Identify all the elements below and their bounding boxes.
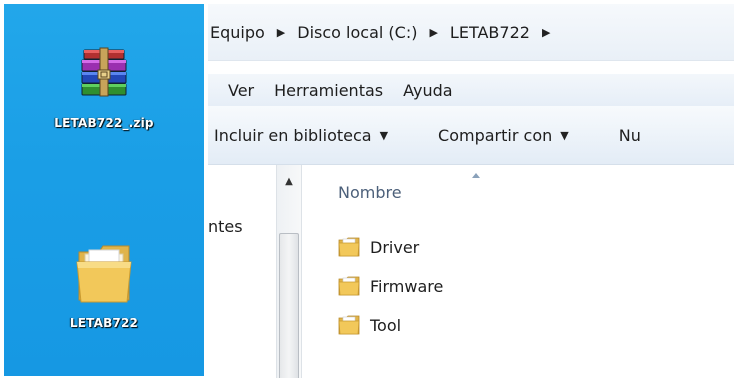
scroll-thumb[interactable] bbox=[279, 233, 299, 378]
desktop-icon-folder[interactable]: LETAB722 bbox=[14, 242, 194, 330]
breadcrumb-arrow-icon[interactable]: ▶ bbox=[423, 26, 447, 39]
menu-item-herramientas[interactable]: Herramientas bbox=[264, 81, 393, 100]
command-bar: Incluir en biblioteca ▼ Compartir con ▼ … bbox=[208, 106, 734, 165]
breadcrumb-item-letab722[interactable]: LETAB722 ▶ bbox=[448, 23, 560, 42]
breadcrumb-item-disco-local[interactable]: Disco local (C:) ▶ bbox=[295, 23, 448, 42]
include-in-library-label: Incluir en biblioteca bbox=[214, 125, 372, 145]
share-with-label: Compartir con bbox=[438, 125, 553, 145]
menu-bar: Ver Herramientas Ayuda bbox=[208, 74, 734, 106]
desktop-icon-zip[interactable]: LETAB722_.zip bbox=[14, 44, 194, 130]
address-bar[interactable]: Equipo ▶ Disco local (C:) ▶ LETAB722 ▶ bbox=[208, 4, 734, 61]
breadcrumb-item-equipo[interactable]: Equipo ▶ bbox=[208, 23, 295, 42]
file-name: Firmware bbox=[370, 276, 444, 296]
chevron-down-icon: ▼ bbox=[379, 128, 389, 142]
desktop-background: LETAB722_.zip LETAB722 bbox=[4, 4, 204, 376]
folder-icon bbox=[338, 276, 360, 296]
file-list: Nombre Driver Firmware Tool bbox=[300, 165, 734, 378]
column-header-name[interactable]: Nombre bbox=[338, 183, 402, 202]
new-folder-button[interactable]: Nu bbox=[569, 126, 641, 145]
breadcrumb-arrow-icon[interactable]: ▶ bbox=[536, 26, 560, 39]
new-folder-label: Nu bbox=[618, 125, 641, 145]
desktop-icon-label: LETAB722 bbox=[69, 316, 139, 330]
desktop-icon-label: LETAB722_.zip bbox=[54, 116, 154, 130]
folder-icon bbox=[338, 237, 360, 257]
include-in-library-button[interactable]: Incluir en biblioteca ▼ bbox=[208, 126, 388, 145]
file-name: Driver bbox=[370, 237, 420, 257]
folder-icon bbox=[76, 245, 132, 303]
menu-item-ver[interactable]: Ver bbox=[208, 81, 264, 100]
nav-scrollbar[interactable]: ▲ bbox=[276, 165, 302, 378]
breadcrumb-arrow-icon[interactable]: ▶ bbox=[271, 26, 295, 39]
nav-item-partial[interactable]: ntes bbox=[208, 217, 243, 236]
file-item-driver[interactable]: Driver bbox=[338, 237, 419, 257]
file-item-tool[interactable]: Tool bbox=[338, 315, 401, 335]
folder-icon bbox=[338, 315, 360, 335]
menu-item-ayuda[interactable]: Ayuda bbox=[393, 81, 462, 100]
winrar-archive-icon bbox=[81, 47, 127, 97]
navigation-pane: ntes bbox=[208, 165, 277, 378]
scroll-up-arrow-icon[interactable]: ▲ bbox=[277, 173, 301, 191]
sort-ascending-icon bbox=[472, 173, 480, 178]
breadcrumb-label: LETAB722 bbox=[449, 22, 530, 42]
file-item-firmware[interactable]: Firmware bbox=[338, 276, 443, 296]
explorer-window: Equipo ▶ Disco local (C:) ▶ LETAB722 ▶ V… bbox=[208, 4, 734, 378]
share-with-button[interactable]: Compartir con ▼ bbox=[388, 126, 569, 145]
breadcrumb-label: Equipo bbox=[210, 22, 265, 42]
file-name: Tool bbox=[370, 315, 402, 335]
breadcrumb-label: Disco local (C:) bbox=[297, 22, 418, 42]
chevron-down-icon: ▼ bbox=[560, 128, 569, 142]
